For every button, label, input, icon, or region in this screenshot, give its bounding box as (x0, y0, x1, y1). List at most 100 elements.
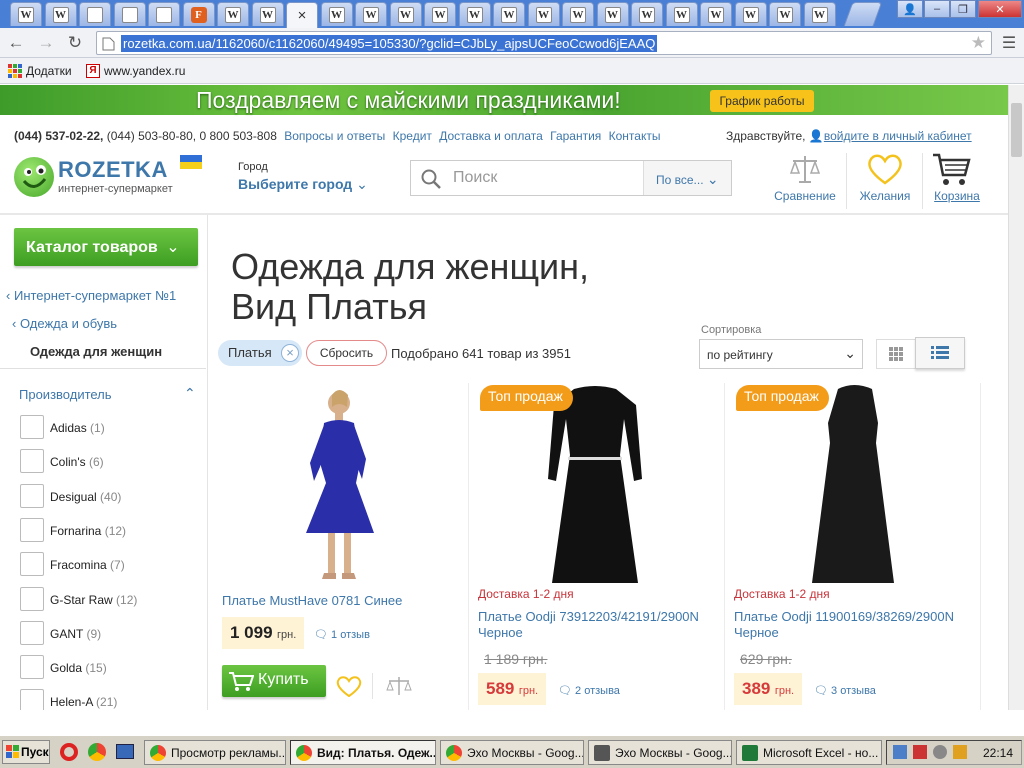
close-window-icon[interactable]: ✕ (978, 0, 1022, 18)
brand-filter-item[interactable]: Golda (15) (20, 655, 200, 681)
product-image[interactable] (726, 383, 981, 585)
brand-filter-item[interactable]: Desigual (40) (20, 483, 200, 510)
reviews-link[interactable]: 🗨 3 отзыва (814, 684, 876, 697)
search-category-select[interactable]: По все... ⌄ (643, 161, 731, 195)
product-name[interactable]: Платье MustHave 0781 Синее (222, 593, 462, 609)
brand-filter-item[interactable]: GANT (9) (20, 620, 200, 647)
browser-tab[interactable]: W (665, 2, 698, 26)
desktop-icon[interactable] (116, 744, 134, 759)
checkbox[interactable] (20, 655, 44, 680)
address-bar[interactable]: rozetka.com.ua/1162060/c1162060/49495=10… (96, 31, 992, 55)
wishlist-button[interactable]: Желания (845, 151, 925, 211)
star-icon[interactable]: ★ (971, 33, 986, 53)
compare-button[interactable]: Сравнение (765, 151, 845, 211)
brand-filter-item[interactable]: Adidas (1) (20, 415, 200, 441)
cart-button[interactable]: Корзина (917, 151, 997, 211)
reviews-link[interactable]: 🗨 1 отзыв (314, 628, 370, 641)
brand-filter-item[interactable]: Helen-A (21) (20, 689, 200, 710)
brand-filter-item[interactable]: Colin's (6) (20, 449, 200, 475)
browser-tab[interactable]: W (631, 2, 663, 26)
grid-view-button[interactable] (876, 339, 916, 369)
browser-tab[interactable]: W (320, 2, 353, 26)
menu-icon[interactable]: ☰ (998, 32, 1020, 54)
settings-icon[interactable] (933, 745, 947, 759)
search-input[interactable]: Поиск (453, 169, 497, 187)
taskbar-item[interactable]: Эхо Москвы - Goog... (440, 740, 584, 765)
browser-tab[interactable]: W (424, 2, 456, 26)
product-name[interactable]: Платье Oodji 73912203/42191/2900N Черное (478, 609, 718, 641)
brand-filter-item[interactable]: Fracomina (7) (20, 552, 200, 578)
checkbox[interactable] (20, 552, 44, 577)
chrome-icon[interactable] (88, 743, 106, 761)
product-image[interactable] (470, 383, 725, 585)
browser-tab[interactable]: W (803, 2, 836, 26)
work-hours-button[interactable]: График работы (710, 90, 814, 112)
taskbar-item-active[interactable]: Вид: Платья. Одеж... (290, 740, 436, 765)
user-icon[interactable]: 👤 (897, 0, 923, 18)
browser-tab[interactable]: W (527, 2, 560, 26)
browser-tab[interactable]: F (182, 2, 215, 26)
checkbox[interactable] (20, 517, 44, 542)
bookmark-apps[interactable]: Додатки (8, 64, 72, 78)
opera-icon[interactable] (60, 743, 78, 761)
chevron-up-icon[interactable]: ⌃ (184, 385, 196, 402)
city-select[interactable]: Выберите город ⌄ (238, 176, 368, 193)
brand-filter-item[interactable]: G-Star Raw (12) (20, 586, 200, 613)
browser-tab[interactable]: W (44, 2, 77, 26)
browser-tab-active[interactable]: × (286, 2, 318, 28)
delivery-link[interactable]: Доставка и оплата (439, 129, 543, 143)
browser-tab[interactable]: W (769, 2, 801, 26)
url-text[interactable]: rozetka.com.ua/1162060/c1162060/49495=10… (121, 35, 658, 52)
reviews-link[interactable]: 🗨 2 отзыва (558, 684, 620, 697)
scales-icon[interactable] (386, 675, 412, 697)
login-link[interactable]: войдите в личный кабинет (824, 129, 972, 143)
reset-filters-button[interactable]: Сбросить (306, 340, 387, 366)
browser-tab[interactable]: W (562, 2, 594, 26)
brand-filter-item[interactable]: Fornarina (12) (20, 517, 200, 544)
rozetka-logo[interactable]: ROZETKA интернет-супермаркет (14, 155, 204, 199)
checkbox[interactable] (20, 483, 44, 508)
breadcrumb-clothing[interactable]: ‹ Одежда и обувь (12, 316, 117, 331)
breadcrumb-home[interactable]: ‹ Интернет-супермаркет №1 (6, 288, 176, 303)
search-icon[interactable] (421, 169, 441, 189)
antivirus-icon[interactable] (913, 745, 927, 759)
browser-tab[interactable]: W (217, 2, 249, 26)
close-icon[interactable]: × (281, 344, 299, 362)
warranty-link[interactable]: Гарантия (550, 129, 601, 143)
browser-tab[interactable]: W (10, 2, 42, 26)
checkbox[interactable] (20, 620, 44, 645)
buy-button[interactable]: Купить (222, 665, 326, 697)
browser-tab[interactable]: W (355, 2, 387, 26)
browser-tab[interactable]: W (734, 2, 767, 26)
list-view-button[interactable] (915, 337, 965, 369)
browser-tab[interactable]: W (389, 2, 422, 26)
product-name[interactable]: Платье Oodji 11900169/38269/2900N Черное (734, 609, 974, 641)
scrollbar-thumb[interactable] (1011, 103, 1022, 157)
browser-tab[interactable]: W (251, 2, 284, 26)
taskbar-item[interactable]: Эхо Москвы - Goog... (588, 740, 732, 765)
faq-link[interactable]: Вопросы и ответы (284, 129, 385, 143)
start-button[interactable]: Пуск (2, 740, 50, 764)
network-icon[interactable] (893, 745, 907, 759)
manufacturer-filter-toggle[interactable]: Производитель (19, 387, 112, 402)
taskbar-item[interactable]: Просмотр рекламы... (144, 740, 286, 765)
forward-icon[interactable]: → (35, 32, 57, 54)
checkbox[interactable] (20, 586, 44, 611)
minimize-icon[interactable]: – (924, 0, 950, 18)
browser-tab[interactable] (113, 2, 146, 26)
taskbar-item[interactable]: Microsoft Excel - но... (736, 740, 882, 765)
reload-icon[interactable]: ↻ (64, 32, 86, 54)
volume-icon[interactable] (953, 745, 967, 759)
browser-tab[interactable] (79, 2, 111, 26)
product-image[interactable] (214, 383, 469, 585)
page-scrollbar[interactable] (1008, 85, 1024, 710)
browser-tab[interactable]: W (493, 2, 525, 26)
checkbox[interactable] (20, 689, 44, 710)
contacts-link[interactable]: Контакты (609, 129, 661, 143)
credit-link[interactable]: Кредит (393, 129, 432, 143)
catalog-button[interactable]: Каталог товаров ⌄ (14, 228, 198, 266)
browser-tab[interactable]: W (458, 2, 491, 26)
back-icon[interactable]: ← (5, 32, 27, 54)
heart-icon[interactable] (336, 675, 362, 697)
checkbox[interactable] (20, 449, 44, 474)
